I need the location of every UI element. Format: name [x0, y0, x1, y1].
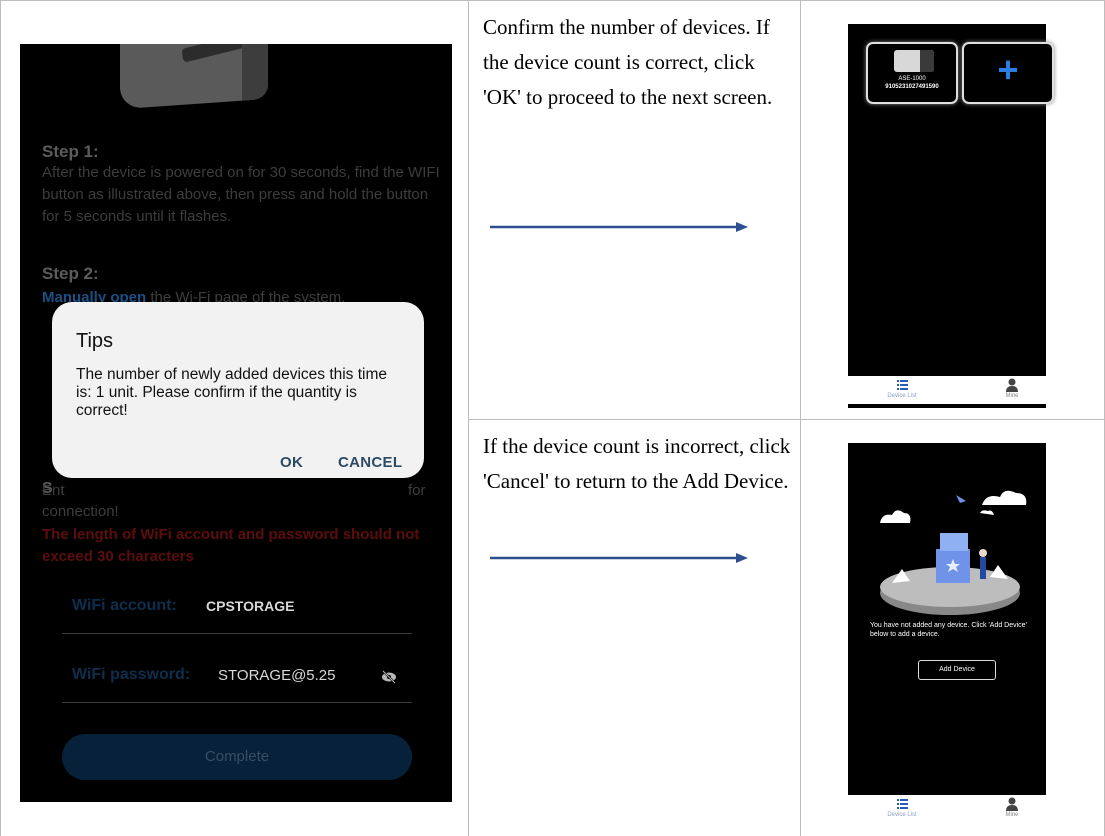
- eye-off-icon[interactable]: [380, 668, 398, 686]
- step3-text-start: Ent: [42, 482, 65, 499]
- tab-device-list-label: Device List: [887, 393, 917, 399]
- step2-title: Step 2:: [42, 264, 99, 283]
- empty-device-list-screenshot: You have not added any device. Click 'Ad…: [848, 443, 1046, 823]
- length-warning: The length of WiFi account and password …: [42, 526, 420, 565]
- tab-device-list-label: Device List: [887, 812, 917, 818]
- dialog-message: The number of newly added devices this t…: [76, 366, 388, 419]
- tab-bar: Device List Mine: [848, 795, 1046, 823]
- table-column-divider-2: [800, 0, 801, 836]
- wifi-password-field[interactable]: WiFi password: STORAGE@5.25: [62, 654, 412, 703]
- device-illustration: [120, 44, 268, 110]
- tips-dialog: Tips The number of newly added devices t…: [52, 302, 424, 478]
- table-column-divider-1: [468, 0, 469, 836]
- wifi-account-input[interactable]: CPSTORAGE: [206, 598, 294, 614]
- device-serial: 9105231027491590: [885, 84, 939, 90]
- list-icon: [897, 799, 908, 809]
- device-list-screenshot: ASE-1000 9105231027491590 + Device List …: [848, 24, 1054, 408]
- list-icon: [897, 380, 908, 390]
- cancel-button[interactable]: CANCEL: [338, 454, 402, 471]
- add-device-tile[interactable]: +: [962, 42, 1054, 104]
- connection-text: connection!: [42, 503, 119, 520]
- device-tile[interactable]: ASE-1000 9105231027491590: [866, 42, 958, 104]
- step1-text: After the device is powered on for 30 se…: [42, 164, 440, 225]
- arrow-right-icon: [490, 222, 748, 232]
- wifi-setup-screenshot: Step 1: After the device is powered on f…: [20, 44, 452, 802]
- device-model: ASE-1000: [898, 76, 926, 82]
- wifi-password-input[interactable]: STORAGE@5.25: [218, 667, 336, 684]
- person-icon: [1006, 378, 1018, 392]
- step3-text-fragment: for: [408, 482, 426, 499]
- table-row-divider: [468, 419, 1105, 420]
- confirm-instruction: Confirm the number of devices. If the de…: [483, 15, 773, 109]
- person-icon: [1006, 797, 1018, 811]
- table-border-top: [0, 0, 1105, 1]
- tab-mine-label: Mine: [1005, 812, 1019, 818]
- wifi-account-field[interactable]: WiFi account: CPSTORAGE: [62, 585, 412, 634]
- empty-message: You have not added any device. Click 'Ad…: [870, 622, 1027, 638]
- complete-button[interactable]: Complete: [62, 734, 412, 780]
- add-device-button[interactable]: Add Device: [918, 660, 996, 680]
- tab-mine-label: Mine: [1005, 393, 1019, 399]
- table-border-left: [0, 0, 1, 836]
- plus-icon: +: [997, 49, 1019, 90]
- arrow-right-icon: [490, 553, 748, 563]
- wifi-password-label: WiFi password:: [72, 666, 191, 683]
- step1-title: Step 1:: [42, 142, 99, 161]
- cancel-instruction: If the device count is incorrect, click …: [483, 434, 791, 493]
- ok-button[interactable]: OK: [280, 454, 303, 471]
- tab-bar: Device List Mine: [848, 376, 1046, 404]
- device-thumbnail: [894, 50, 934, 72]
- dialog-title: Tips: [76, 330, 114, 352]
- empty-box-illustration: [880, 490, 1027, 615]
- wifi-account-label: WiFi account:: [72, 597, 177, 614]
